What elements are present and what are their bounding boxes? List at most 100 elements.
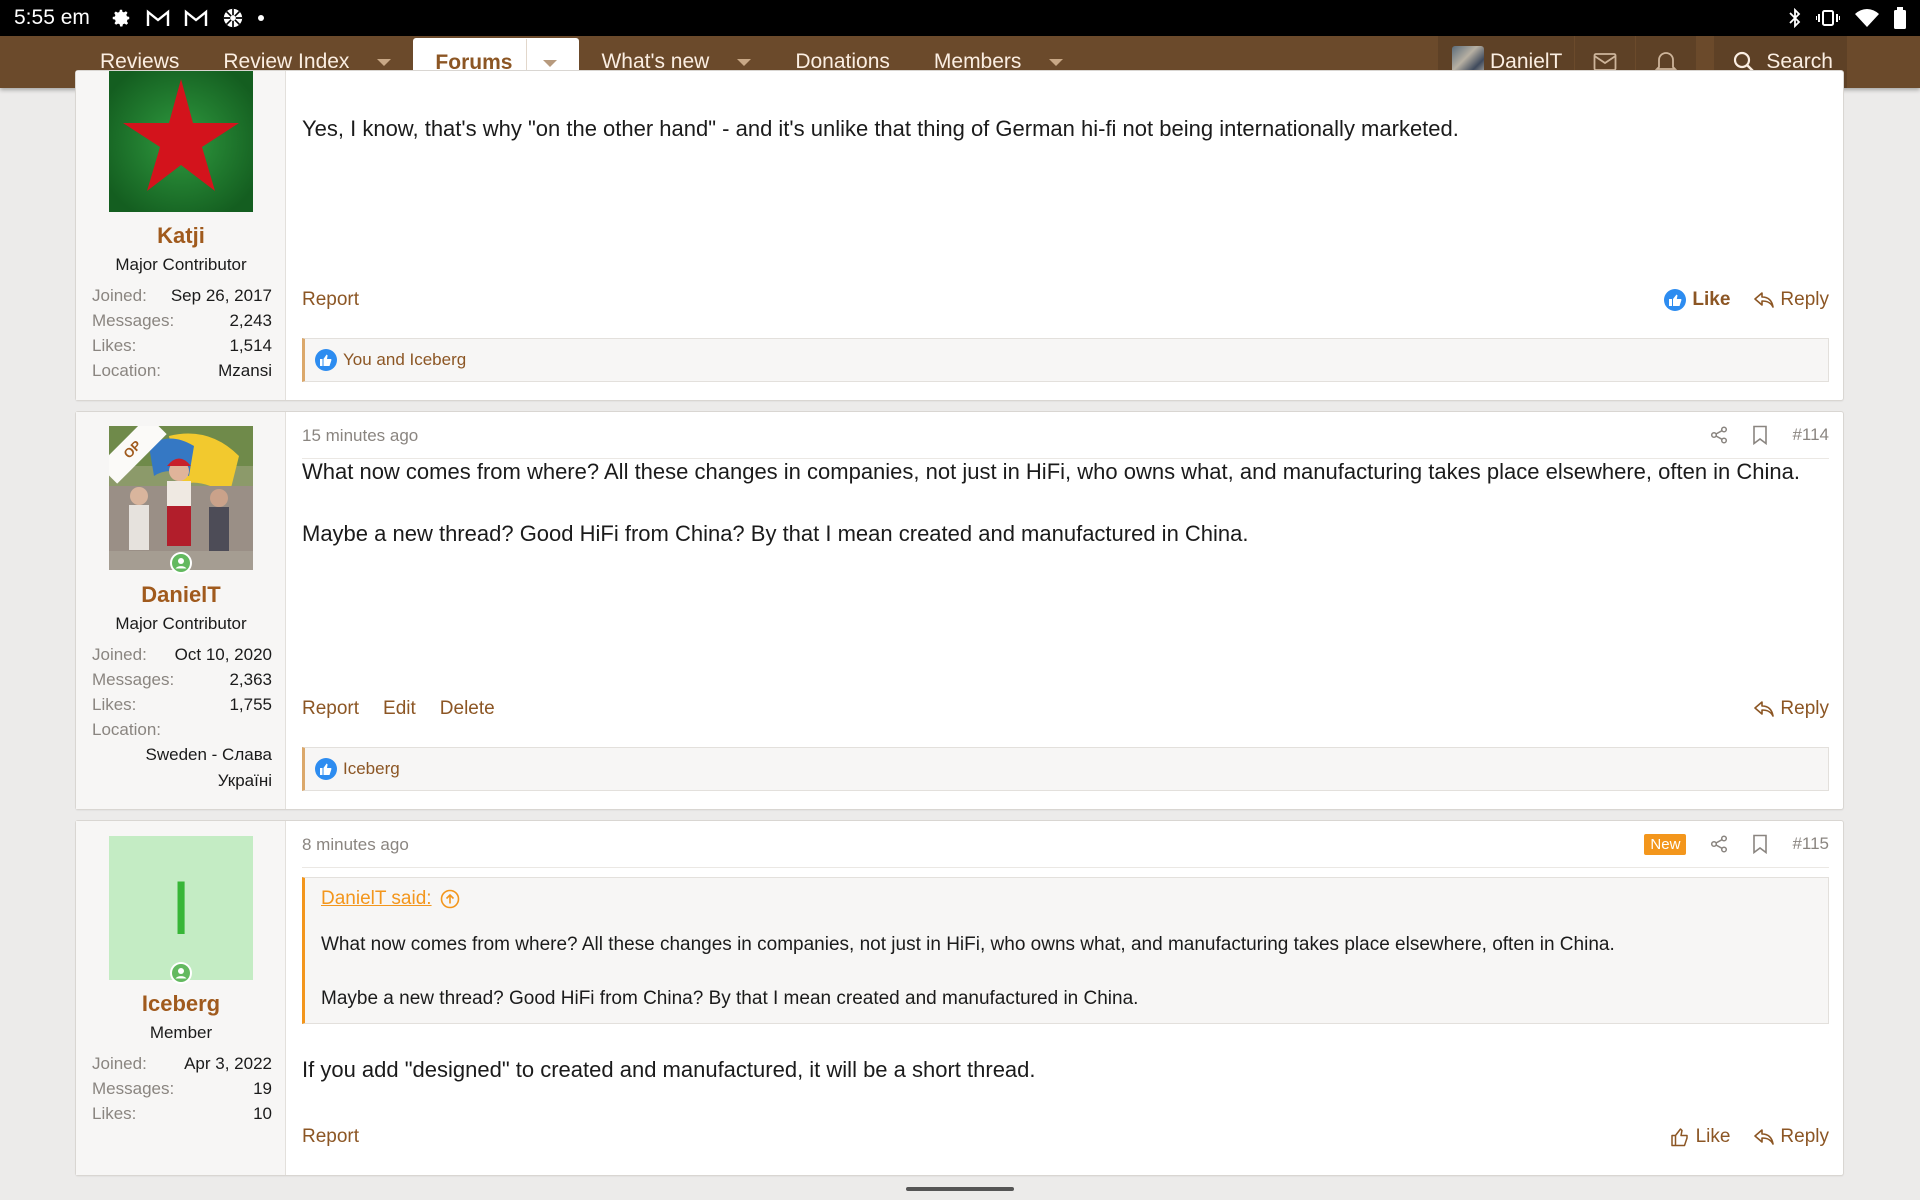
- quote-block: DanielT said: What now comes from where?…: [302, 877, 1829, 1024]
- vibrate-icon: [1816, 8, 1840, 28]
- avatar[interactable]: I: [109, 836, 253, 980]
- post-number[interactable]: #115: [1792, 834, 1829, 854]
- post-number[interactable]: #114: [1792, 425, 1829, 445]
- message-paragraph: What now comes from where? All these cha…: [302, 459, 1800, 484]
- stat-messages: 2,363: [229, 670, 272, 689]
- stat-label: Joined:: [92, 645, 147, 664]
- caret-down-icon[interactable]: [1049, 58, 1064, 66]
- like-reaction-icon: [315, 758, 337, 780]
- message-paragraph: Maybe a new thread? Good HiFi from China…: [302, 521, 1249, 546]
- post-header: 8 minutes ago New #115: [302, 821, 1829, 868]
- share-icon[interactable]: [1710, 426, 1728, 444]
- post-user-info: OP DanielT Major Contributor Joined: Oct …: [76, 412, 286, 809]
- stat-joined: Apr 3, 2022: [184, 1054, 272, 1073]
- reactions-bar[interactable]: You and Iceberg: [302, 338, 1829, 382]
- report-link[interactable]: Report: [302, 289, 359, 311]
- caret-down-icon[interactable]: [377, 58, 392, 66]
- avatar-letter: I: [170, 865, 192, 951]
- stat-label: Location:: [92, 720, 161, 739]
- android-status-bar: 5:55 em: [0, 0, 1920, 36]
- avatar[interactable]: [109, 71, 253, 212]
- envelope-icon: [1593, 52, 1617, 72]
- post: OP DanielT Major Contributor Joined: Oct …: [75, 411, 1844, 810]
- settings-gear-icon: [110, 7, 132, 29]
- username[interactable]: Katji: [76, 223, 286, 249]
- report-link[interactable]: Report: [302, 698, 359, 720]
- post-actions: Report Edit Delete Reply: [302, 698, 1829, 728]
- reply-label: Reply: [1780, 1126, 1829, 1147]
- post-body: 8 minutes ago New #115 DanielT said: Wha…: [302, 821, 1829, 1175]
- stat-label: Messages:: [92, 311, 175, 330]
- report-link[interactable]: Report: [302, 1126, 359, 1148]
- like-reaction-icon: [315, 349, 337, 371]
- avatar[interactable]: OP: [109, 426, 253, 570]
- more-notifications-dot-icon: [257, 15, 264, 21]
- reply-label: Reply: [1780, 698, 1829, 719]
- quote-author-link[interactable]: DanielT said:: [321, 888, 432, 910]
- post-timestamp[interactable]: 15 minutes ago: [302, 426, 418, 446]
- stat-label: Joined:: [92, 286, 147, 305]
- edit-link[interactable]: Edit: [383, 698, 416, 720]
- username[interactable]: DanielT: [76, 582, 286, 608]
- online-status-icon: [170, 552, 192, 574]
- online-status-icon: [170, 962, 192, 984]
- post: Katji Major Contributor Joined: Sep 26, 2…: [75, 70, 1844, 401]
- stat-location[interactable]: Sweden - Слава Україні: [92, 742, 273, 794]
- reply-button[interactable]: Reply: [1754, 1126, 1829, 1148]
- gesture-navigation-handle[interactable]: [906, 1187, 1014, 1191]
- delete-link[interactable]: Delete: [440, 698, 495, 720]
- reactions-text[interactable]: You and Iceberg: [343, 350, 466, 370]
- new-badge: New: [1644, 833, 1687, 855]
- user-stats: Joined: Apr 3, 2022 Messages: 19 Likes: 10: [92, 1051, 272, 1126]
- post-body: 15 minutes ago #114 What now comes from …: [302, 412, 1829, 809]
- share-icon[interactable]: [1710, 835, 1728, 853]
- stat-joined: Oct 10, 2020: [174, 645, 272, 664]
- user-title: Major Contributor: [115, 614, 247, 633]
- user-title: Member: [149, 1023, 213, 1042]
- post-timestamp[interactable]: 8 minutes ago: [302, 835, 409, 855]
- username[interactable]: Iceberg: [76, 991, 286, 1017]
- quote-header[interactable]: DanielT said:: [321, 888, 460, 910]
- like-button[interactable]: Like: [1664, 289, 1730, 311]
- post-body: Yes, I know, that's why "on the other ha…: [302, 71, 1829, 400]
- post-message: If you add "designed" to created and man…: [302, 1057, 1036, 1082]
- caret-down-icon[interactable]: [737, 58, 752, 66]
- wifi-icon: [1854, 8, 1880, 28]
- reactions-text[interactable]: Iceberg: [343, 759, 400, 779]
- gmail-icon: [146, 8, 170, 28]
- stat-label: Likes:: [92, 695, 137, 714]
- stat-likes: 1,755: [229, 695, 272, 714]
- like-reaction-icon: [1664, 289, 1687, 311]
- post-user-info: I Iceberg Member Joined: Apr 3, 2022 Mess…: [76, 821, 286, 1175]
- bookmark-icon[interactable]: [1752, 834, 1768, 854]
- stat-label: Likes:: [92, 1104, 137, 1123]
- post-message: What now comes from where? All these cha…: [302, 456, 1829, 549]
- bookmark-icon[interactable]: [1752, 425, 1768, 445]
- stat-messages: 2,243: [229, 311, 272, 330]
- caret-down-icon: [543, 59, 558, 67]
- post-message: Yes, I know, that's why "on the other ha…: [302, 116, 1459, 141]
- user-stats: Joined: Sep 26, 2017 Messages: 2,243 Likes…: [92, 283, 272, 383]
- thumbs-up-icon: [1670, 1127, 1690, 1147]
- stat-joined: Sep 26, 2017: [170, 286, 272, 305]
- reactions-bar[interactable]: Iceberg: [302, 747, 1829, 791]
- quote-paragraph: Maybe a new thread? Good HiFi from China…: [321, 988, 1139, 1009]
- stat-messages: 19: [253, 1079, 272, 1098]
- quote-paragraph: What now comes from where? All these cha…: [321, 934, 1615, 955]
- stat-likes: 1,514: [229, 336, 272, 355]
- reply-button[interactable]: Reply: [1754, 698, 1829, 720]
- like-button[interactable]: Like: [1670, 1126, 1730, 1148]
- like-label: Like: [1692, 289, 1731, 310]
- post: I Iceberg Member Joined: Apr 3, 2022 Mess…: [75, 820, 1844, 1176]
- stat-likes: 10: [253, 1104, 272, 1123]
- location-line: Sweden - Слава: [145, 745, 273, 764]
- reply-button[interactable]: Reply: [1754, 289, 1829, 311]
- battery-icon: [1894, 7, 1906, 29]
- reply-arrow-icon: [1754, 700, 1775, 718]
- clock: 5:55 em: [14, 6, 90, 29]
- stat-label: Joined:: [92, 1054, 147, 1073]
- stat-location[interactable]: Mzansi: [218, 358, 272, 383]
- user-title: Major Contributor: [115, 255, 247, 274]
- arrow-up-circle-icon[interactable]: [440, 889, 460, 909]
- stat-label: Likes:: [92, 336, 137, 355]
